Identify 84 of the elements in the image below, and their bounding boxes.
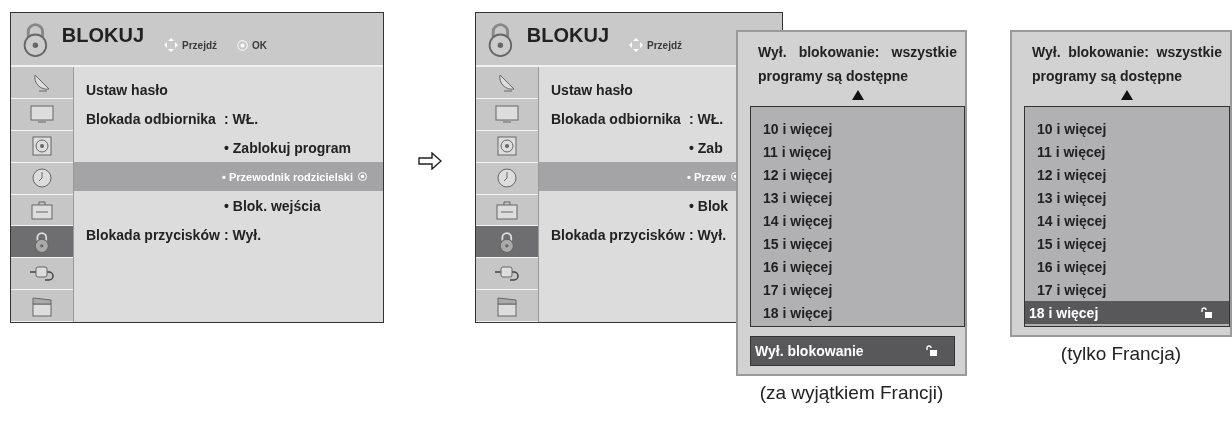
menu-title: BLOKUJ	[61, 23, 145, 47]
unlock-option[interactable]: Wył. blokowanie	[750, 336, 955, 366]
sidebar-tab[interactable]	[11, 194, 73, 227]
submenu-label: • Blok. wejścia	[223, 197, 321, 214]
hint-label: Przejdź	[182, 39, 218, 51]
setting-value: : Wył.	[688, 226, 727, 243]
monitor-icon	[495, 104, 519, 125]
rating-option[interactable]: 17 i więcej	[751, 278, 964, 301]
rating-option[interactable]: 15 i więcej	[1025, 232, 1229, 255]
rating-option[interactable]: 12 i więcej	[1025, 163, 1229, 186]
sidebar-tab[interactable]	[11, 67, 73, 99]
monitor-icon	[30, 104, 54, 125]
unlocked-padlock-icon	[926, 345, 938, 357]
rating-option[interactable]: 16 i więcej	[1025, 255, 1229, 278]
plug-icon	[29, 264, 55, 283]
sidebar-tab[interactable]	[11, 162, 73, 195]
navigation-arrows-icon	[164, 38, 179, 52]
up-triangle-icon	[851, 90, 864, 100]
setting-label: Ustaw hasło	[86, 81, 169, 98]
rating-option[interactable]: 15 i więcej	[751, 232, 964, 255]
sidebar-tab[interactable]	[11, 290, 73, 322]
navigation-arrows-icon	[629, 38, 644, 52]
setting-value: : WŁ.	[223, 110, 259, 127]
sidebar-tab[interactable]	[11, 226, 73, 259]
clock-icon	[32, 168, 52, 189]
menu-row[interactable]: • Blok. wejścia	[74, 191, 383, 220]
submenu-label: • Zablokuj program	[223, 139, 352, 156]
clock-icon	[497, 168, 517, 189]
padlock-icon	[498, 230, 516, 253]
speaker-icon	[497, 136, 517, 157]
menu-row[interactable]: Blokada przycisków : Wył.	[74, 220, 383, 249]
sidebar-tab[interactable]	[476, 226, 538, 259]
sidebar-tab[interactable]	[476, 194, 538, 227]
rating-option[interactable]: 18 i więcej	[1025, 301, 1229, 324]
rating-option[interactable]: 14 i więcej	[1025, 209, 1229, 232]
toolbox-icon	[31, 199, 53, 220]
submenu-label: • Przewodnik rodzicielski	[221, 170, 353, 183]
sidebar-tab[interactable]	[11, 258, 73, 291]
sidebar-tab[interactable]	[11, 98, 73, 131]
setting-value: : WŁ.	[688, 110, 724, 127]
sidebar-tab[interactable]	[476, 258, 538, 291]
rating-option[interactable]: 14 i więcej	[751, 209, 964, 232]
sidebar-tab[interactable]	[476, 130, 538, 163]
menu-row[interactable]: Ustaw hasło	[74, 75, 383, 104]
setting-label: Blokada odbiornika	[86, 110, 217, 127]
rating-option[interactable]: 11 i więcej	[751, 140, 964, 163]
setting-label: Blokada przycisków	[86, 226, 221, 243]
rating-option[interactable]: 10 i więcej	[751, 117, 964, 140]
menu-title: BLOKUJ	[526, 23, 610, 47]
sidebar-tab[interactable]	[476, 98, 538, 131]
padlock-icon	[33, 230, 51, 253]
caption: (za wyjątkiem Francji)	[759, 382, 944, 404]
menu-row[interactable]: • Zablokuj program	[74, 133, 383, 162]
rating-option[interactable]: 18 i więcej	[751, 301, 964, 324]
padlock-icon	[486, 21, 515, 57]
rating-option[interactable]: 16 i więcej	[751, 255, 964, 278]
clapperboard-icon	[496, 294, 518, 317]
clapperboard-icon	[31, 294, 53, 317]
padlock-icon	[21, 21, 50, 57]
popup-message: Wył. blokowanie: wszystkie programy są dostępne	[757, 43, 958, 86]
caption: (tylko Francja)	[1060, 343, 1182, 365]
submenu-label: • Przew	[686, 170, 726, 183]
unlocked-padlock-icon	[1201, 306, 1213, 319]
toolbox-icon	[496, 199, 518, 220]
setting-label: Blokada odbiornika	[551, 110, 682, 127]
hint-label: OK	[252, 39, 268, 51]
rating-option[interactable]: 13 i więcej	[1025, 186, 1229, 209]
rating-option[interactable]: 10 i więcej	[1025, 117, 1229, 140]
ok-button-icon	[237, 39, 249, 51]
sidebar-tab[interactable]	[476, 290, 538, 322]
sidebar-tab[interactable]	[476, 67, 538, 99]
rating-option[interactable]: 11 i więcej	[1025, 140, 1229, 163]
setting-value: : Wył.	[223, 226, 262, 243]
menu-row[interactable]: Blokada odbiornika : WŁ.	[74, 104, 383, 133]
sidebar-tab[interactable]	[11, 130, 73, 163]
rating-option[interactable]: 17 i więcej	[1025, 278, 1229, 301]
plug-icon	[494, 264, 520, 283]
popup-message: Wył. blokowanie: wszystkie programy są dostępne	[1031, 43, 1223, 86]
setting-label: Blokada przycisków	[551, 226, 686, 243]
sidebar-tab[interactable]	[476, 162, 538, 195]
speaker-icon	[32, 136, 52, 157]
hint-label: Przejdź	[647, 39, 683, 51]
up-triangle-icon	[1121, 90, 1133, 100]
right-arrow-icon	[417, 152, 442, 170]
